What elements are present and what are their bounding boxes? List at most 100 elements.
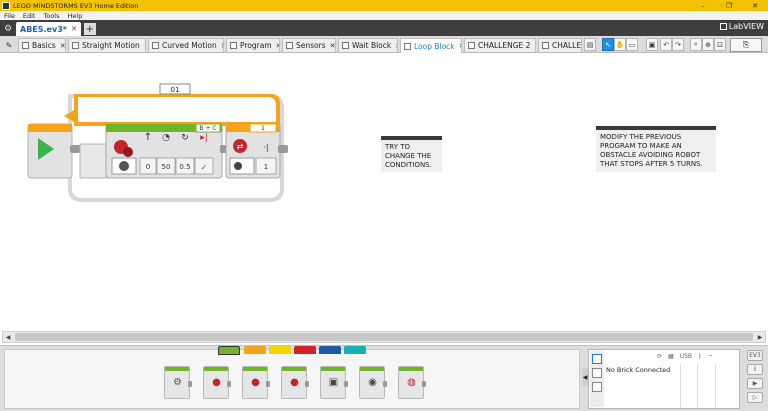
palette-sound[interactable]: ◉	[359, 366, 387, 399]
zoom-in-icon[interactable]: ⊕	[702, 38, 714, 51]
palette-block-port	[227, 381, 231, 387]
palette-tab-action[interactable]	[218, 346, 240, 355]
available-bricks-icon[interactable]	[592, 382, 602, 392]
maximize-button[interactable]: ❐	[716, 0, 742, 11]
add-project-button[interactable]: +	[83, 23, 96, 35]
close-tab-icon[interactable]: ✕	[221, 42, 223, 50]
canvas-horizontal-scrollbar[interactable]: ◀ ▶	[2, 331, 766, 343]
palette-display[interactable]: ▣	[320, 366, 348, 399]
programming-canvas[interactable]: ↑ ◔ ↻ ▸| ✓ ⇄ ·| 01 B + C 1 0 50 0.5 1 TR…	[0, 54, 768, 344]
tab-basics[interactable]: Basics ✕	[18, 38, 66, 52]
palette-tab-sensor[interactable]	[269, 346, 291, 354]
compare-icon: ·|	[263, 143, 268, 152]
comment-box-right[interactable]: MODIFY THE PREVIOUS PROGRAM TO MAKE AN O…	[596, 126, 716, 172]
palette-move-steering[interactable]: ●	[242, 366, 270, 399]
scroll-right-icon[interactable]: ▶	[755, 332, 765, 342]
palette-tab-myblocks[interactable]	[344, 346, 366, 354]
menu-help[interactable]: Help	[64, 12, 87, 20]
close-tab-icon[interactable]: ✕	[144, 42, 145, 50]
minimize-button[interactable]: –	[690, 0, 716, 11]
palette-large-motor[interactable]: ●	[203, 366, 231, 399]
comment-text: MODIFY THE PREVIOUS PROGRAM TO MAKE AN O…	[600, 133, 703, 168]
usb-label: USB	[679, 353, 693, 360]
port-view-icon[interactable]	[592, 368, 602, 378]
zoom-out-icon[interactable]: ⌕	[690, 38, 702, 51]
undo-icon[interactable]: ↶	[660, 38, 672, 51]
tab-program[interactable]: Program ✕	[226, 38, 280, 52]
close-tab-icon[interactable]: ✕	[534, 42, 535, 50]
palette-tab-advanced[interactable]	[319, 346, 341, 354]
palette-tab-data[interactable]	[294, 346, 316, 354]
program-icon	[22, 42, 29, 49]
close-tab-icon[interactable]: ✕	[395, 42, 397, 50]
comment-box-left[interactable]: TRY TO CHANGE THE CONDITIONS.	[381, 136, 442, 172]
palette-block-header	[282, 367, 306, 371]
menu-bar: File Edit Tools Help	[0, 11, 768, 20]
palette-block-port	[344, 381, 348, 387]
close-tab-icon[interactable]: ✕	[60, 42, 65, 50]
title-bar: LEGO MINDSTORMS EV3 Home Edition – ❐ ✕	[0, 0, 768, 11]
loop-name: 01	[171, 86, 180, 94]
brick-info-icon[interactable]	[592, 354, 602, 364]
content-editor-icon[interactable]: ⎘	[730, 38, 762, 52]
tab-loop-block[interactable]: Loop Block ✕	[400, 38, 462, 53]
steering-icon: ↑	[144, 132, 152, 143]
bluetooth-icon[interactable]: ᛒ	[698, 353, 702, 360]
tab-label: Program	[240, 41, 272, 50]
redo-icon[interactable]: ↷	[672, 38, 684, 51]
menu-edit[interactable]: Edit	[19, 12, 40, 20]
close-project-icon[interactable]: ✕	[71, 25, 77, 33]
program-diagram: ↑ ◔ ↻ ▸| ✓ ⇄ ·| 01 B + C 1 0 50 0.5 1	[27, 83, 288, 202]
download-icon[interactable]: ⇩	[747, 364, 763, 375]
refresh-icon[interactable]: ⟳	[657, 353, 662, 360]
tab-wait-block[interactable]: Wait Block ✕	[338, 38, 398, 52]
palette-block-header	[243, 367, 267, 371]
palette-brick-status-light[interactable]: ◍	[398, 366, 426, 399]
close-tab-icon[interactable]: ✕	[459, 42, 461, 50]
run-selected-icon[interactable]: ▷	[747, 392, 763, 403]
menu-tools[interactable]: Tools	[39, 12, 63, 20]
motor-icon-secondary	[123, 147, 133, 157]
close-tab-icon[interactable]: ✕	[330, 42, 335, 50]
hardware-toolbar: ⟳ ▦ USB ᛒ ⌔	[605, 351, 739, 362]
zoom-fit-icon[interactable]: ⊡	[714, 38, 726, 51]
sequence-wire-port	[70, 145, 80, 153]
download-and-run-icon[interactable]: ▶	[747, 378, 763, 389]
medium-motor-icon: ⚙	[173, 377, 182, 388]
program-icon	[72, 42, 79, 49]
program-icon	[404, 42, 411, 50]
close-tab-icon[interactable]: ✕	[276, 42, 279, 50]
menu-file[interactable]: File	[0, 12, 19, 20]
palette-tab-flow[interactable]	[244, 346, 266, 354]
tab-sensors[interactable]: Sensors ✕	[282, 38, 336, 52]
tab-label: Curved Motion	[162, 41, 217, 50]
project-properties-icon[interactable]: ⚙	[0, 22, 16, 36]
tab-list-icon[interactable]: ▤	[584, 38, 596, 51]
rotations-value: 0.5	[179, 163, 190, 171]
palette-medium-motor[interactable]: ⚙	[164, 366, 192, 399]
scrollbar-thumb[interactable]	[15, 333, 753, 341]
save-icon[interactable]: ▣	[646, 38, 658, 51]
connection-list-icon[interactable]: ▦	[668, 353, 674, 360]
wifi-icon[interactable]: ⌔	[708, 353, 714, 361]
window-title: LEGO MINDSTORMS EV3 Home Edition	[13, 1, 139, 10]
sound-icon: ◉	[368, 377, 377, 388]
close-button[interactable]: ✕	[742, 0, 768, 11]
pan-tool-icon[interactable]: ✋	[614, 38, 626, 51]
tab-label: Loop Block	[414, 41, 455, 51]
comment-tool-icon[interactable]: ▭	[626, 38, 638, 51]
column-divider	[697, 364, 698, 408]
pin-icon[interactable]: ✎	[3, 39, 15, 51]
brick-controls: EV3 ⇩ ▶ ▷	[745, 350, 765, 408]
select-tool-icon[interactable]: ↖	[602, 38, 614, 51]
tab-label: Straight Motion	[82, 41, 140, 50]
tab-challenge-2[interactable]: CHALLENGE 2 ✕	[464, 38, 536, 52]
tab-challenge-truncated[interactable]: CHALLE	[538, 38, 582, 52]
loop-count-label: 1	[261, 125, 265, 132]
tab-straight-motion[interactable]: Straight Motion ✕	[68, 38, 146, 52]
tab-curved-motion[interactable]: Curved Motion ✕	[148, 38, 224, 52]
palette-block-header	[204, 367, 228, 371]
project-tab[interactable]: ABES.ev3* ✕	[16, 22, 81, 36]
scroll-left-icon[interactable]: ◀	[3, 332, 13, 342]
palette-move-tank[interactable]: ●	[281, 366, 309, 399]
